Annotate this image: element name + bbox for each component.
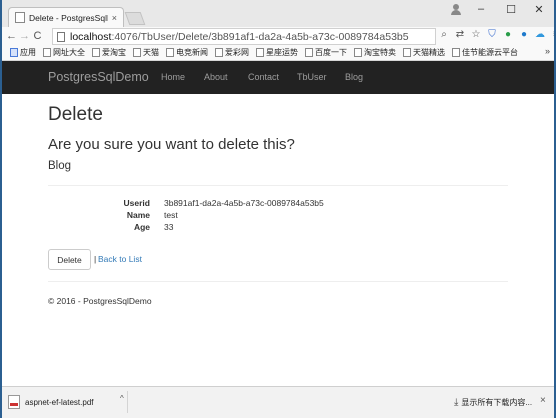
download-arrow-icon: ⤓ bbox=[454, 397, 459, 408]
page-viewport: PostgresSqlDemo Home About Contact TbUse… bbox=[2, 61, 554, 386]
page-favicon-icon bbox=[15, 12, 25, 23]
bookmark-item[interactable]: 爱淘宝 bbox=[92, 47, 126, 58]
bookmark-item[interactable]: 星座运势 bbox=[256, 47, 298, 58]
bookmark-item[interactable]: 天猫精选 bbox=[403, 47, 445, 58]
maximize-button[interactable]: ☐ bbox=[496, 0, 526, 18]
tab-active[interactable]: Delete - PostgresSqlDe × bbox=[8, 7, 124, 27]
page-icon bbox=[403, 48, 411, 57]
site-brand-link[interactable]: PostgresSqlDemo bbox=[48, 70, 149, 84]
bookmarks-overflow-button[interactable]: » bbox=[545, 46, 550, 56]
tab-title: Delete - PostgresSqlDe bbox=[29, 12, 108, 23]
bookmark-item[interactable]: 百度一下 bbox=[305, 47, 347, 58]
tab-strip: Delete - PostgresSqlDe × – ☐ ✕ bbox=[2, 0, 554, 27]
user-profile-icon[interactable] bbox=[448, 2, 464, 15]
refresh-extension-icon[interactable]: ● bbox=[502, 29, 514, 41]
page-info-icon[interactable] bbox=[57, 31, 65, 42]
footer-text: © 2016 - PostgresSqlDemo bbox=[48, 296, 152, 306]
page-icon bbox=[215, 48, 223, 57]
close-window-button[interactable]: ✕ bbox=[524, 0, 554, 18]
menu-icon[interactable]: ≡ bbox=[550, 29, 554, 41]
page-icon bbox=[92, 48, 100, 57]
bookmarks-bar: 应用 网址大全 爱淘宝 天猫 电竞新闻 爱彩网 星座运势 百度一下 淘宝特卖 天… bbox=[2, 45, 554, 61]
page-icon bbox=[166, 48, 174, 57]
divider bbox=[48, 185, 508, 186]
bookmark-item[interactable]: 网址大全 bbox=[43, 47, 85, 58]
cloud-extension-icon[interactable]: ☁ bbox=[534, 29, 546, 41]
show-all-downloads-label: 显示所有下载内容... bbox=[461, 398, 533, 407]
nav-link-blog[interactable]: Blog bbox=[345, 72, 363, 82]
page-icon bbox=[305, 48, 313, 57]
field-value-name: test bbox=[164, 210, 178, 220]
delete-button[interactable]: Delete bbox=[48, 249, 91, 270]
forward-button[interactable]: → bbox=[18, 30, 31, 42]
nav-link-home[interactable]: Home bbox=[161, 72, 185, 82]
nav-link-tbuser[interactable]: TbUser bbox=[297, 72, 327, 82]
star-icon[interactable]: ☆ bbox=[470, 29, 482, 41]
entity-heading: Blog bbox=[48, 160, 72, 172]
page-title: Delete bbox=[48, 104, 103, 125]
download-file-name: aspnet-ef-latest.pdf bbox=[25, 397, 94, 407]
bookmark-item[interactable]: 爱彩网 bbox=[215, 47, 249, 58]
page-icon bbox=[133, 48, 141, 57]
search-icon[interactable]: ⌕ bbox=[438, 29, 450, 41]
site-navbar: PostgresSqlDemo Home About Contact TbUse… bbox=[2, 61, 554, 94]
reload-button[interactable]: C bbox=[31, 30, 44, 42]
page-icon bbox=[256, 48, 264, 57]
shield-icon[interactable]: ⛉ bbox=[486, 29, 498, 41]
back-to-list-link[interactable]: Back to List bbox=[98, 254, 142, 264]
browser-toolbar: ← → C localhost:4076/TbUser/Delete/3b891… bbox=[2, 27, 554, 45]
nav-link-contact[interactable]: Contact bbox=[248, 72, 279, 82]
separator: | bbox=[94, 254, 97, 264]
divider bbox=[48, 281, 508, 282]
show-all-downloads-link[interactable]: ⤓ 显示所有下载内容... bbox=[454, 397, 532, 408]
confirm-question: Are you sure you want to delete this? bbox=[48, 136, 295, 153]
translate-icon[interactable]: ⇄ bbox=[454, 29, 466, 41]
bookmark-item[interactable]: 天猫 bbox=[133, 47, 159, 58]
nav-link-about[interactable]: About bbox=[204, 72, 228, 82]
page-icon bbox=[452, 48, 460, 57]
toolbar-icons: ⌕ ⇄ ☆ ⛉ ● ● ☁ ≡ bbox=[438, 29, 554, 41]
new-tab-button[interactable] bbox=[124, 12, 146, 25]
minimize-button[interactable]: – bbox=[466, 0, 496, 18]
download-options-icon[interactable]: ^ bbox=[120, 394, 124, 403]
pdf-file-icon bbox=[8, 395, 20, 409]
bookmark-item[interactable]: 淘宝特卖 bbox=[354, 47, 396, 58]
download-bar: aspnet-ef-latest.pdf ^ ⤓ 显示所有下载内容... × bbox=[2, 386, 554, 418]
bookmark-item[interactable]: 电竞新闻 bbox=[166, 47, 208, 58]
bookmark-item[interactable]: 应用 bbox=[10, 47, 36, 58]
download-item[interactable]: aspnet-ef-latest.pdf ^ bbox=[6, 391, 128, 413]
bookmark-item[interactable]: 佳节能源云平台 bbox=[452, 47, 518, 58]
browser-window: Delete - PostgresSqlDe × – ☐ ✕ ← → C loc… bbox=[2, 0, 554, 418]
field-value-age: 33 bbox=[164, 222, 174, 232]
page-icon bbox=[43, 48, 51, 57]
url-text[interactable]: localhost:4076/TbUser/Delete/3b891af1-da… bbox=[70, 31, 409, 43]
apps-icon bbox=[10, 48, 18, 57]
tab-close-icon[interactable]: × bbox=[112, 13, 117, 23]
field-label-age: Age bbox=[133, 222, 150, 232]
close-download-bar-icon[interactable]: × bbox=[540, 395, 546, 406]
field-label-name: Name bbox=[126, 210, 150, 220]
address-bar[interactable]: localhost:4076/TbUser/Delete/3b891af1-da… bbox=[52, 28, 436, 45]
field-label-userid: Userid bbox=[123, 198, 150, 208]
field-value-userid: 3b891af1-da2a-4a5b-a73c-0089784a53b5 bbox=[164, 198, 324, 208]
back-button[interactable]: ← bbox=[5, 30, 18, 42]
circle-extension-icon[interactable]: ● bbox=[518, 29, 530, 41]
page-icon bbox=[354, 48, 362, 57]
